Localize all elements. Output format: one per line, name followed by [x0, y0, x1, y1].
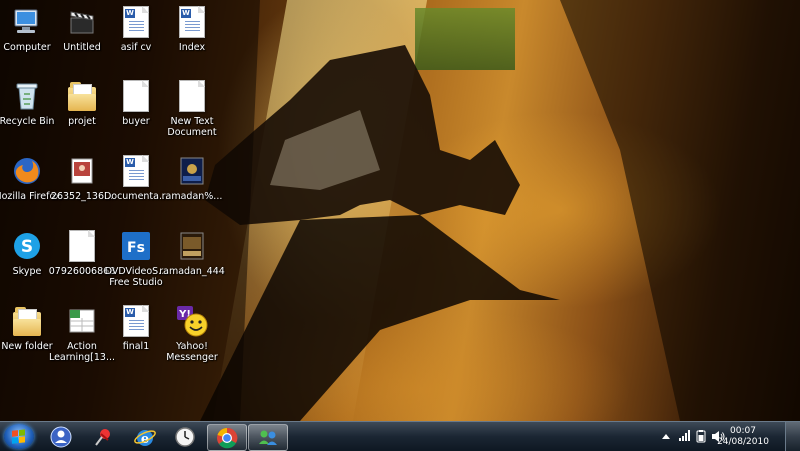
word-document-icon: W — [120, 305, 152, 337]
desktop-icon-yahoo-messenger[interactable]: Y! Yahoo! Messenger — [158, 305, 226, 363]
messenger-people-icon[interactable] — [248, 424, 288, 451]
desktop-icon-label: Yahoo! Messenger — [166, 341, 218, 363]
taskbar: e 00:07 24/08/2010 — [0, 421, 800, 451]
show-desktop-button[interactable] — [785, 422, 800, 451]
folder-icon — [66, 80, 98, 112]
folder-icon — [11, 305, 43, 337]
image-file-icon — [176, 155, 208, 187]
document-icon — [120, 80, 152, 112]
desktop-icon-ramadan-444[interactable]: ramadan_444 — [158, 230, 226, 277]
system-tray: 00:07 24/08/2010 — [655, 422, 800, 451]
svg-text:S: S — [21, 237, 33, 257]
skype-icon: S — [11, 230, 43, 262]
show-hidden-icons-icon[interactable] — [661, 432, 671, 440]
desktop-icon-label: New Text Document — [167, 116, 217, 138]
windows-start-icon[interactable] — [4, 424, 34, 449]
clock-time[interactable]: 00:07 — [708, 426, 778, 436]
user-icon[interactable] — [42, 424, 80, 449]
computer-icon — [11, 6, 43, 38]
recycle-bin-icon — [11, 80, 43, 112]
clock-icon[interactable] — [166, 424, 204, 449]
desktop-icon-new-text-document[interactable]: New Text Document — [158, 80, 226, 138]
yahoo-messenger-icon: Y! — [176, 305, 208, 337]
image-file-icon — [66, 155, 98, 187]
desktop-icon-ramadan-percent[interactable]: ramadan%... — [158, 155, 226, 202]
wallpaper-praying-figure — [0, 0, 800, 421]
image-file-icon — [176, 230, 208, 262]
document-icon — [66, 230, 98, 262]
battery-icon[interactable] — [695, 430, 707, 443]
svg-text:Fs: Fs — [127, 240, 145, 256]
clock-date[interactable]: 24/08/2010 — [708, 437, 778, 447]
desktop-icon-label: ramadan%... — [161, 191, 223, 202]
word-document-icon: W — [120, 6, 152, 38]
network-signal-icon[interactable] — [679, 430, 691, 442]
word-document-icon: W — [176, 6, 208, 38]
internet-explorer-icon[interactable]: e — [126, 424, 164, 449]
desktop-icon-label: ramadan_444 — [159, 266, 225, 277]
firefox-icon — [11, 155, 43, 187]
free-studio-icon: Fs — [120, 230, 152, 262]
chrome-icon[interactable] — [207, 424, 247, 451]
desktop-icon-label: Index — [178, 42, 206, 53]
desktop-wallpaper: Computer Recycle Bin Mozilla Firefox S S… — [0, 0, 800, 421]
word-document-icon: W — [120, 155, 152, 187]
desktop-icon-index[interactable]: W Index — [158, 6, 226, 53]
clapperboard-icon — [66, 6, 98, 38]
spreadsheet-icon — [66, 305, 98, 337]
text-document-icon — [176, 80, 208, 112]
pushpin-icon[interactable] — [84, 424, 122, 449]
